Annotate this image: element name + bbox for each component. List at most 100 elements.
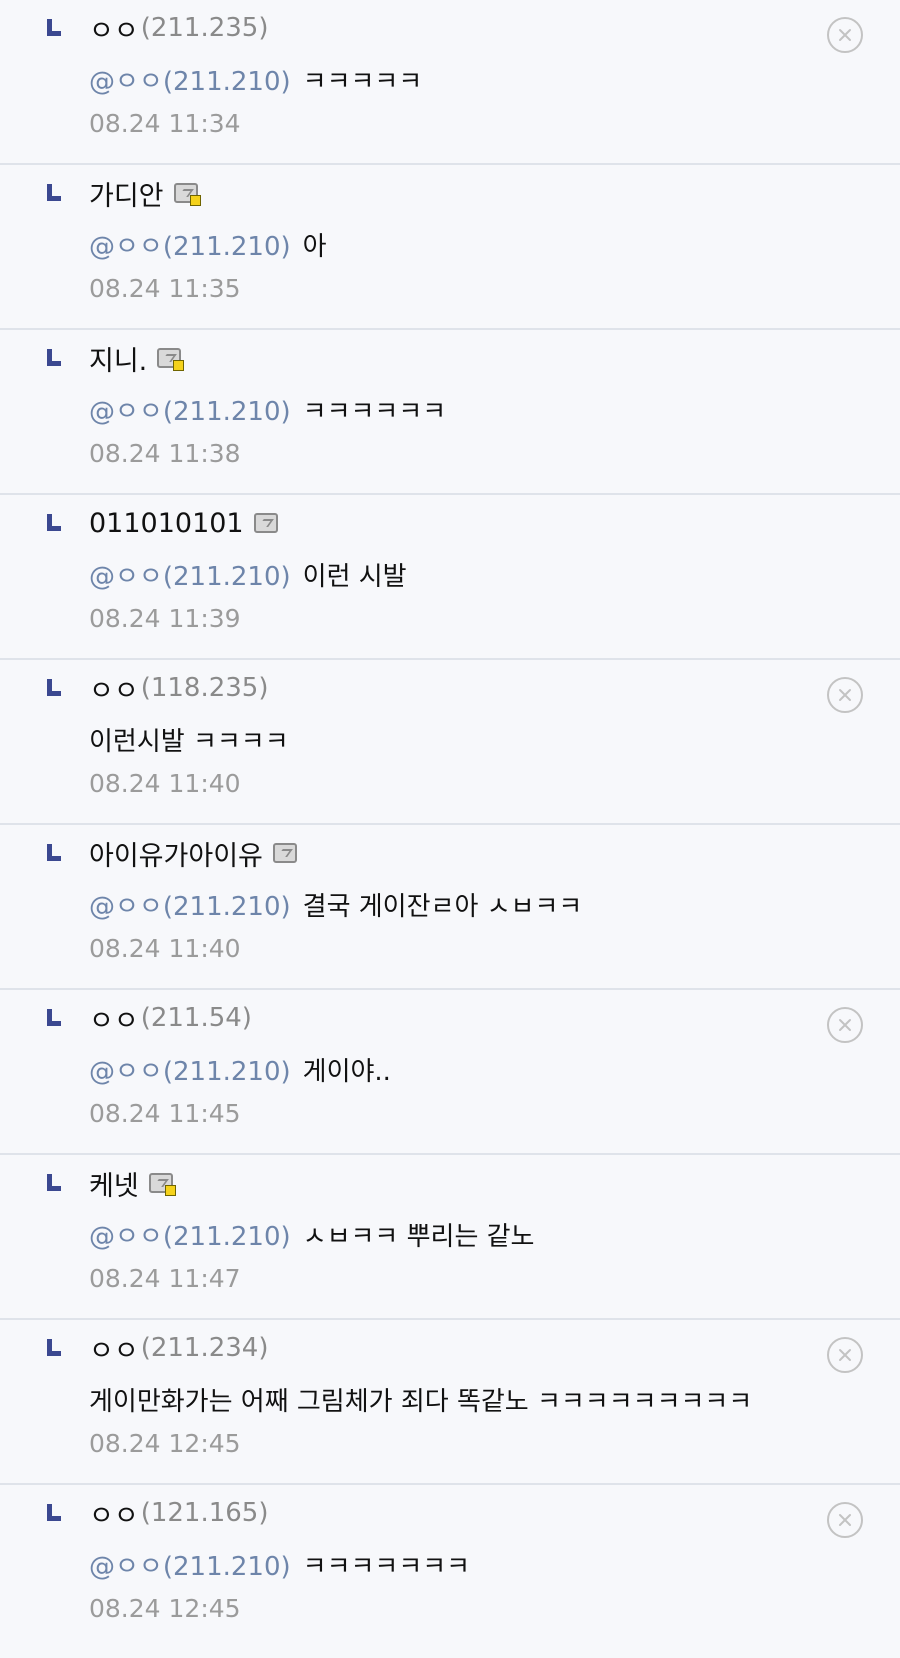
reply-item: ㅇㅇ (211.235) @ㅇㅇ(211.210) ㅋㅋㅋㅋㅋ 08.24 11… [0,0,900,165]
author-nickname[interactable]: ㅇㅇ [89,9,139,48]
author-ip: (211.54) [140,1003,252,1033]
fixed-nick-badge-icon [173,360,185,371]
reply-body: 게이만화가는 어째 그림체가 죄다 똑같노 ㅋㅋㅋㅋㅋㅋㅋㅋㅋ [89,1386,753,1417]
reply-author: ㅇㅇ (211.54) [89,998,252,1038]
reply-author: 011010101 [89,503,278,543]
reply-author: 케넷 [89,1163,176,1203]
reply-date: 08.24 12:45 [89,1428,241,1458]
reply-arrow-icon [47,844,61,861]
gallog-icon[interactable] [272,843,297,863]
reply-item: ㅇㅇ (118.235) 이런시발 ㅋㅋㅋㅋ 08.24 11:40 [0,660,900,825]
fixed-nick-badge-icon [164,1185,176,1196]
reply-date: 08.24 11:35 [89,273,241,303]
author-nickname[interactable]: 케넷 [89,1164,139,1203]
reply-text: 이런시발 ㅋㅋㅋㅋ [89,718,289,760]
author-nickname[interactable]: 아이유가아이유 [89,834,263,873]
reply-mention[interactable]: @ㅇㅇ(211.210) [89,556,291,593]
reply-text: 게이만화가는 어째 그림체가 죄다 똑같노 ㅋㅋㅋㅋㅋㅋㅋㅋㅋ [89,1378,752,1420]
gallog-icon[interactable] [148,1173,176,1196]
reply-arrow-icon [47,1174,61,1191]
reply-arrow-icon [47,1504,61,1521]
reply-arrow-icon [47,679,61,696]
reply-date: 08.24 11:47 [89,1263,241,1293]
reply-arrow-icon [47,184,61,201]
reply-item: 아이유가아이유 @ㅇㅇ(211.210) 결국 게이잔ㄹ아 ㅅㅂㅋㅋ 08.24… [0,825,900,990]
reply-arrow-icon [47,514,61,531]
reply-body: 결국 게이잔ㄹ아 ㅅㅂㅋㅋ [302,891,583,922]
reply-text: @ㅇㅇ(211.210) 게이야.. [89,1048,391,1090]
reply-author: 지니. [89,338,185,378]
author-nickname[interactable]: ㅇㅇ [89,999,139,1038]
author-ip: (121.165) [140,1498,269,1528]
reply-arrow-icon [47,19,61,36]
gallog-icon[interactable] [253,513,278,533]
author-nickname[interactable]: 가디안 [89,174,164,213]
reply-date: 08.24 11:38 [89,438,241,468]
reply-author: ㅇㅇ (211.234) [89,1328,269,1368]
reply-date: 08.24 12:45 [89,1593,241,1623]
reply-text: @ㅇㅇ(211.210) ㅋㅋㅋㅋㅋ [89,58,422,100]
reply-text: @ㅇㅇ(211.210) 결국 게이잔ㄹ아 ㅅㅂㅋㅋ [89,883,582,925]
reply-date: 08.24 11:39 [89,603,241,633]
reply-arrow-icon [47,1009,61,1026]
reply-body: ㅅㅂㅋㅋ 뿌리는 같노 [302,1221,535,1252]
reply-author: 아이유가아이유 [89,833,297,873]
author-nickname[interactable]: ㅇㅇ [89,669,139,708]
reply-body: 아 [302,231,327,262]
delete-button[interactable] [827,677,863,713]
fixed-nick-badge-icon [189,195,201,206]
delete-circle-x-icon [839,29,851,41]
reply-body: 게이야.. [302,1056,391,1087]
delete-button[interactable] [827,1007,863,1043]
reply-mention[interactable]: @ㅇㅇ(211.210) [89,226,291,263]
reply-item: 011010101 @ㅇㅇ(211.210) 이런 시발 08.24 11:39 [0,495,900,660]
reply-item: 지니. @ㅇㅇ(211.210) ㅋㅋㅋㅋㅋㅋ 08.24 11:38 [0,330,900,495]
reply-list: ㅇㅇ (211.235) @ㅇㅇ(211.210) ㅋㅋㅋㅋㅋ 08.24 11… [0,0,900,1650]
reply-item: ㅇㅇ (121.165) @ㅇㅇ(211.210) ㅋㅋㅋㅋㅋㅋㅋ 08.24 … [0,1485,900,1650]
gallog-icon[interactable] [157,348,185,371]
reply-mention[interactable]: @ㅇㅇ(211.210) [89,1546,291,1583]
delete-circle-x-icon [839,1514,851,1526]
reply-date: 08.24 11:40 [89,768,241,798]
delete-circle-x-icon [839,1349,851,1361]
delete-button[interactable] [827,1502,863,1538]
delete-button[interactable] [827,17,863,53]
reply-text: @ㅇㅇ(211.210) ㅋㅋㅋㅋㅋㅋ [89,388,446,430]
reply-mention[interactable]: @ㅇㅇ(211.210) [89,61,291,98]
reply-mention[interactable]: @ㅇㅇ(211.210) [89,886,291,923]
author-nickname[interactable]: ㅇㅇ [89,1329,139,1368]
reply-author: ㅇㅇ (211.235) [89,8,269,48]
reply-arrow-icon [47,349,61,366]
reply-mention[interactable]: @ㅇㅇ(211.210) [89,1216,291,1253]
reply-body: ㅋㅋㅋㅋㅋㅋㅋ [302,1551,471,1582]
reply-mention[interactable]: @ㅇㅇ(211.210) [89,1051,291,1088]
reply-date: 08.24 11:45 [89,1098,241,1128]
reply-item: 케넷 @ㅇㅇ(211.210) ㅅㅂㅋㅋ 뿌리는 같노 08.24 11:47 [0,1155,900,1320]
reply-author: ㅇㅇ (121.165) [89,1493,269,1533]
reply-body: ㅋㅋㅋㅋㅋ [302,66,423,97]
gallog-icon[interactable] [173,183,201,206]
reply-text: @ㅇㅇ(211.210) ㅅㅂㅋㅋ 뿌리는 같노 [89,1213,534,1255]
reply-text: @ㅇㅇ(211.210) 아 [89,223,327,265]
reply-body: ㅋㅋㅋㅋㅋㅋ [302,396,447,427]
reply-body: 이런시발 ㅋㅋㅋㅋ [89,726,289,757]
reply-author: 가디안 [89,173,201,213]
reply-mention[interactable]: @ㅇㅇ(211.210) [89,391,291,428]
reply-date: 08.24 11:34 [89,108,241,138]
reply-body: 이런 시발 [302,561,407,592]
delete-circle-x-icon [839,689,851,701]
author-ip: (211.234) [140,1333,269,1363]
reply-arrow-icon [47,1339,61,1356]
delete-button[interactable] [827,1337,863,1373]
author-nickname[interactable]: 지니. [89,339,147,378]
reply-text: @ㅇㅇ(211.210) 이런 시발 [89,553,407,595]
author-ip: (211.235) [140,13,269,43]
author-nickname[interactable]: 011010101 [89,508,244,539]
reply-date: 08.24 11:40 [89,933,241,963]
reply-item: ㅇㅇ (211.54) @ㅇㅇ(211.210) 게이야.. 08.24 11:… [0,990,900,1155]
author-nickname[interactable]: ㅇㅇ [89,1494,139,1533]
reply-author: ㅇㅇ (118.235) [89,668,269,708]
author-ip: (118.235) [140,673,269,703]
reply-item: 가디안 @ㅇㅇ(211.210) 아 08.24 11:35 [0,165,900,330]
delete-circle-x-icon [839,1019,851,1031]
